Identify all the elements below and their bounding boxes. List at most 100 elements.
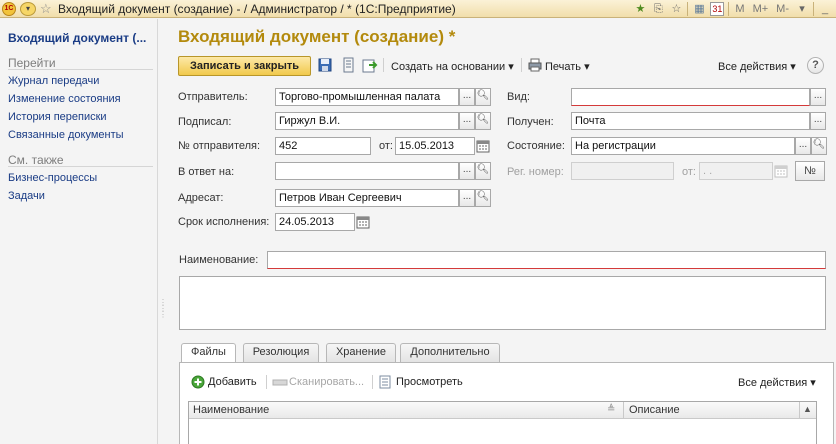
main-menu-button[interactable]: ▾ <box>20 2 36 16</box>
print-menu[interactable]: Печать ▾ <box>545 60 590 73</box>
create-based-on-label: Создать на основании <box>391 61 506 73</box>
tab-files[interactable]: Файлы <box>181 343 236 363</box>
sender-field[interactable]: Торгово-промышленная палата <box>275 88 459 106</box>
add-icon[interactable] <box>191 375 205 389</box>
memory-button-m[interactable]: M <box>733 3 746 15</box>
reply-to-open-button[interactable]: 🔍︎ <box>475 162 491 180</box>
column-divider <box>799 402 800 419</box>
post-document-icon[interactable] <box>340 57 356 73</box>
favorites-icon[interactable]: ☆ <box>669 2 683 16</box>
view-document-icon[interactable] <box>379 375 391 389</box>
name-field[interactable] <box>267 251 826 269</box>
reply-to-label: В ответ на: <box>178 166 235 178</box>
see-also-section-title: См. также <box>8 153 64 167</box>
signed-select-button[interactable]: ... <box>459 112 475 130</box>
window-title-bar: 1С ▾ ☆ Входящий документ (создание) - / … <box>0 0 836 18</box>
tab-storage[interactable]: Хранение <box>326 343 396 362</box>
sender-number-field[interactable]: 452 <box>275 137 371 155</box>
calendar-icon[interactable] <box>476 139 490 153</box>
addressee-field[interactable]: Петров Иван Сергеевич <box>275 189 459 207</box>
kind-select-button[interactable]: ... <box>810 88 826 106</box>
assign-number-button[interactable]: № <box>795 161 825 181</box>
memory-button-mplus[interactable]: M+ <box>751 3 771 15</box>
column-divider[interactable] <box>623 402 624 419</box>
scroll-up-icon[interactable]: ▲ <box>803 404 812 414</box>
nav-link-correspondence-history[interactable]: История переписки <box>8 111 107 123</box>
create-based-on-menu[interactable]: Создать на основании ▾ <box>391 60 514 73</box>
state-label: Состояние: <box>507 140 565 152</box>
received-select-button[interactable]: ... <box>810 112 826 130</box>
files-all-actions-label: Все действия <box>738 377 808 389</box>
nav-link-tasks[interactable]: Задачи <box>8 190 45 202</box>
calendar-icon[interactable] <box>356 215 370 229</box>
deadline-field[interactable]: 24.05.2013 <box>275 213 355 231</box>
tab-resolution[interactable]: Резолюция <box>243 343 319 362</box>
nav-link-related-documents[interactable]: Связанные документы <box>8 129 124 141</box>
home-icon[interactable]: ★ <box>633 2 647 16</box>
addressee-open-button[interactable]: 🔍︎ <box>475 189 491 207</box>
calendar-icon[interactable]: 31 <box>710 2 725 16</box>
all-actions-label: Все действия <box>718 61 788 73</box>
sender-open-button[interactable]: 🔍︎ <box>475 88 491 106</box>
favorite-star-icon[interactable]: ☆ <box>40 1 52 17</box>
scanner-icon <box>272 379 288 386</box>
column-header-name[interactable]: Наименование <box>193 404 269 416</box>
sort-icon[interactable]: ≜ <box>607 404 615 415</box>
minimize-icon[interactable]: _ <box>818 2 832 16</box>
state-select-button[interactable]: ... <box>795 137 811 155</box>
post-and-close-icon[interactable] <box>362 57 378 73</box>
addressee-select-button[interactable]: ... <box>459 189 475 207</box>
toolbar-separator <box>266 375 267 389</box>
history-icon[interactable]: ⎘ <box>651 2 665 16</box>
received-field[interactable]: Почта <box>571 112 810 130</box>
all-actions-menu[interactable]: Все действия ▾ <box>718 60 796 73</box>
magnifier-icon: 🔍︎ <box>476 164 490 175</box>
tab-additional[interactable]: Дополнительно <box>400 343 500 362</box>
state-open-button[interactable]: 🔍︎ <box>811 137 827 155</box>
signed-label: Подписал: <box>178 116 232 128</box>
reply-to-select-button[interactable]: ... <box>459 162 475 180</box>
section-divider <box>8 166 153 167</box>
files-table[interactable]: Наименование ≜ Описание ▲ <box>188 401 817 444</box>
sender-select-button[interactable]: ... <box>459 88 475 106</box>
scan-button: Сканировать... <box>289 376 365 388</box>
addressee-label: Адресат: <box>178 192 224 204</box>
separator <box>728 2 730 16</box>
kind-field[interactable] <box>571 88 810 106</box>
save-and-close-button[interactable]: Записать и закрыть <box>178 56 311 76</box>
received-label: Получен: <box>507 116 554 128</box>
memory-button-mminus[interactable]: M- <box>774 3 791 15</box>
panel-resize-handle[interactable]: ⋮ ⋮ ⋮ <box>159 299 167 324</box>
save-icon[interactable] <box>317 57 333 73</box>
calculator-icon[interactable]: ▦ <box>692 2 706 16</box>
signed-open-button[interactable]: 🔍︎ <box>475 112 491 130</box>
toolbar-separator <box>383 58 384 72</box>
document-form: Входящий документ (создание) * Записать … <box>166 19 836 444</box>
chevron-down-icon[interactable]: ▾ <box>795 2 809 16</box>
sender-date-field[interactable]: 15.05.2013 <box>395 137 475 155</box>
printer-icon[interactable] <box>527 57 543 73</box>
files-all-actions-menu[interactable]: Все действия ▾ <box>738 376 816 389</box>
chevron-down-icon: ▾ <box>508 61 514 73</box>
section-divider <box>8 69 153 70</box>
files-table-header: Наименование ≜ Описание ▲ <box>189 402 816 419</box>
nav-link-state-change[interactable]: Изменение состояния <box>8 93 121 105</box>
description-textarea[interactable] <box>179 276 826 330</box>
help-button[interactable]: ? <box>807 57 824 74</box>
state-field[interactable]: На регистрации <box>571 137 795 155</box>
nav-link-transfer-journal[interactable]: Журнал передачи <box>8 75 99 87</box>
sender-label: Отправитель: <box>178 91 248 103</box>
add-file-button[interactable]: Добавить <box>208 376 257 388</box>
current-form-link[interactable]: Входящий документ (... <box>8 31 146 45</box>
reply-to-field[interactable] <box>275 162 459 180</box>
signed-field[interactable]: Гиржул В.И. <box>275 112 459 130</box>
separator <box>813 2 814 16</box>
reg-date-field: . . <box>699 162 773 180</box>
toolbar-separator <box>372 375 373 389</box>
column-header-description[interactable]: Описание <box>629 404 680 416</box>
view-file-button[interactable]: Просмотреть <box>396 376 463 388</box>
nav-link-business-processes[interactable]: Бизнес-процессы <box>8 172 97 184</box>
toolbar-separator <box>521 58 522 72</box>
reg-date-label: от: <box>682 166 696 178</box>
chevron-down-icon: ▾ <box>810 377 816 389</box>
